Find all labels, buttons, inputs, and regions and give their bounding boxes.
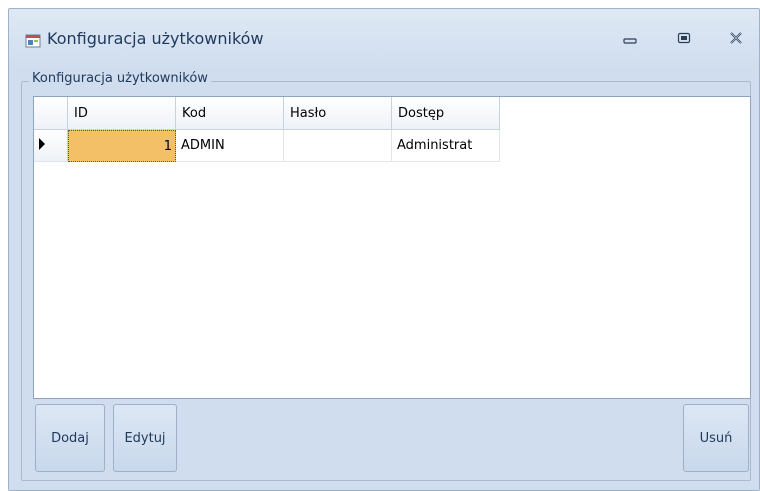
title-bar[interactable]: Konfiguracja użytkowników [9,9,759,69]
close-icon [729,32,743,48]
grid-header: ID Kod Hasło Dostęp [34,97,500,130]
add-button[interactable]: Dodaj [35,404,105,472]
column-header-id[interactable]: ID [68,97,176,130]
app-window-icon [25,33,41,49]
edit-button[interactable]: Edytuj [113,404,177,472]
minimize-icon [623,33,637,48]
maximize-icon [677,32,691,48]
row-selector[interactable] [34,130,68,162]
table-row[interactable]: 1 ADMIN Administrat [34,130,500,162]
close-button[interactable] [725,31,747,49]
minimize-button[interactable] [619,31,641,49]
cell-id[interactable]: 1 [68,130,176,162]
window-title: Konfiguracja użytkowników [47,29,264,48]
header-row-indicator [34,97,68,130]
main-window: Konfiguracja użytkowników Konfiguracja u… [8,8,760,491]
column-header-haslo[interactable]: Hasło [284,97,392,130]
cell-kod[interactable]: ADMIN [176,130,284,162]
cell-haslo[interactable] [284,130,392,162]
groupbox-caption: Konfiguracja użytkowników [29,71,211,86]
users-grid[interactable]: ID Kod Hasło Dostęp 1 ADMIN Administrat [33,96,751,399]
delete-button[interactable]: Usuń [683,404,749,472]
column-header-kod[interactable]: Kod [176,97,284,130]
row-indicator-arrow-icon [38,137,46,155]
cell-dostep[interactable]: Administrat [392,130,500,162]
column-header-dostep[interactable]: Dostęp [392,97,500,130]
maximize-button[interactable] [673,31,695,49]
